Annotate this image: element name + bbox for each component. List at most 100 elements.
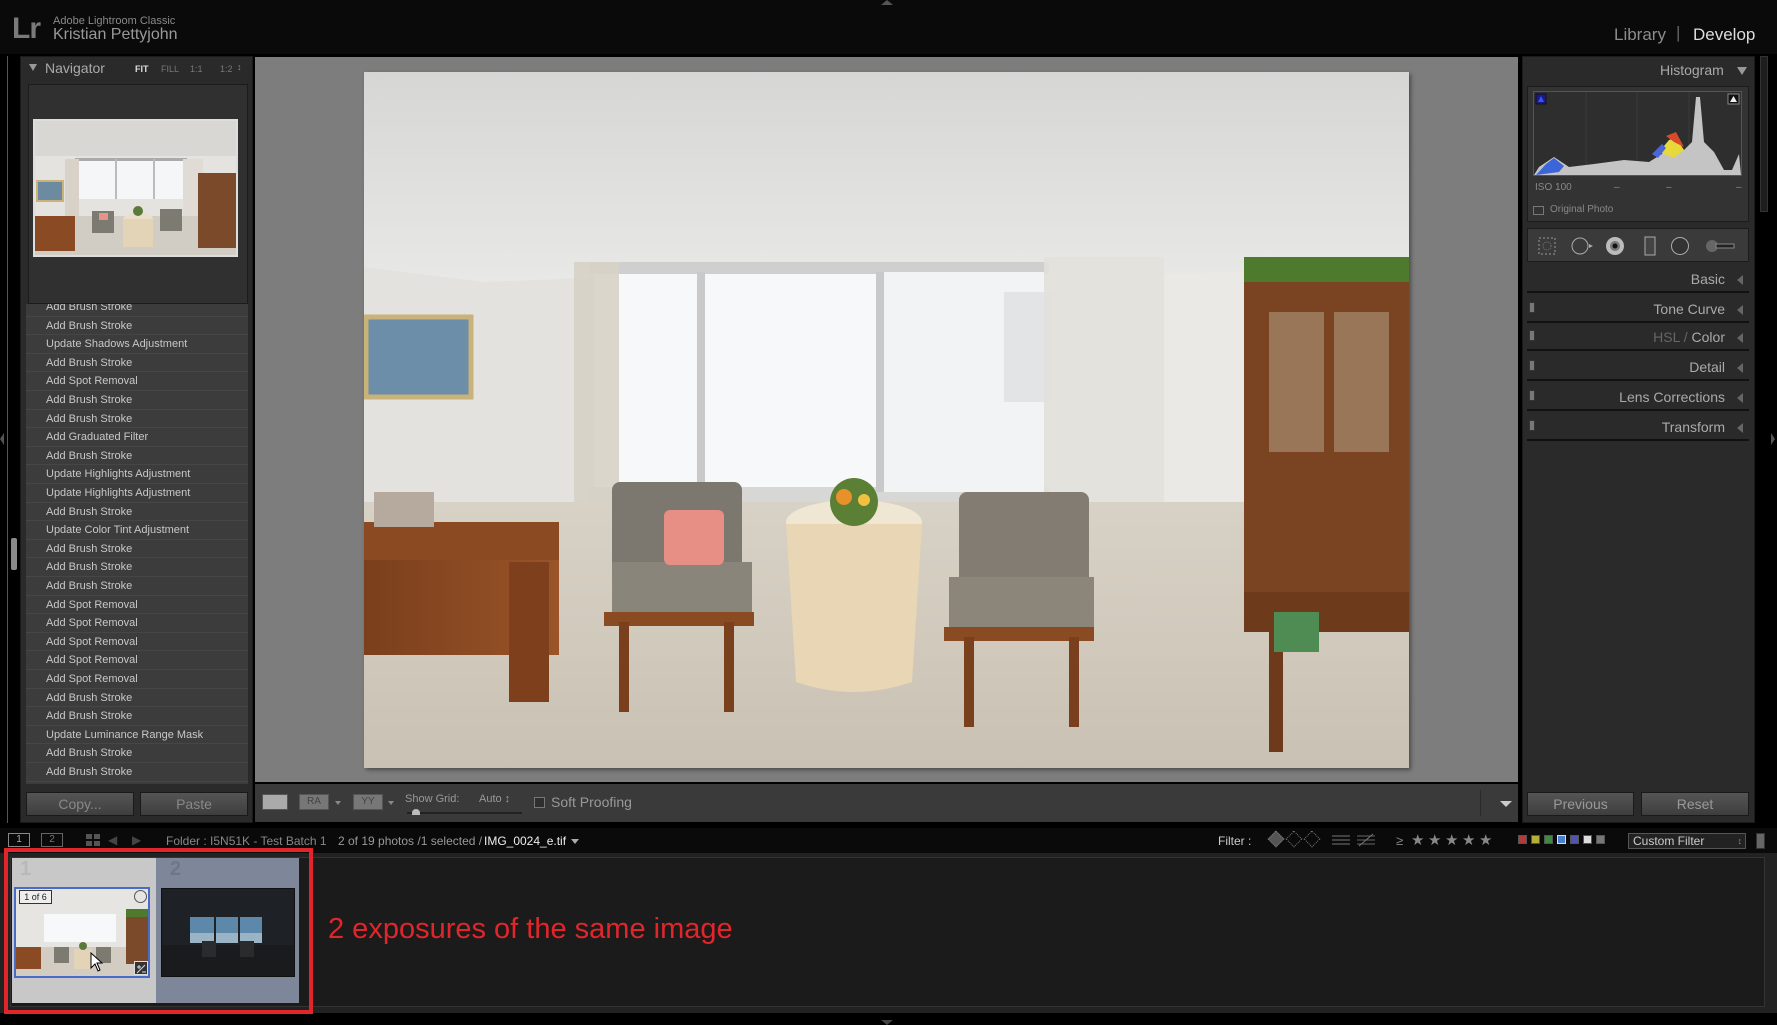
collapse-triangle-icon[interactable] — [1737, 67, 1747, 75]
history-item[interactable]: Add Spot Removal — [26, 633, 248, 652]
panel-basic-label[interactable]: Basic — [1691, 271, 1725, 287]
rating-star-icon[interactable]: ★ — [1479, 831, 1492, 849]
right-panel-scrollbar[interactable] — [1760, 56, 1768, 212]
paste-settings-button[interactable]: Paste — [140, 792, 248, 816]
module-develop[interactable]: Develop — [1693, 25, 1755, 45]
panel-hsl-color-label[interactable]: HSL / Color — [1653, 329, 1725, 345]
history-item[interactable]: Add Spot Removal — [26, 372, 248, 391]
show-grid-select[interactable]: Auto ↕ — [479, 793, 510, 805]
color-label-filter[interactable] — [1570, 835, 1579, 844]
red-eye-icon[interactable] — [1605, 236, 1625, 256]
history-item[interactable]: Add Spot Removal — [26, 614, 248, 633]
panel-detail-label[interactable]: Detail — [1689, 359, 1725, 375]
history-item[interactable]: Add Brush Stroke — [26, 540, 248, 559]
before-after-mode-button[interactable]: YY — [353, 794, 383, 810]
panel-transform[interactable]: Transform — [1527, 413, 1749, 441]
left-panel-scrollbar[interactable] — [11, 538, 17, 570]
panel-lens-corrections-label[interactable]: Lens Corrections — [1619, 389, 1725, 405]
panel-collapse-arrow-icon[interactable] — [1737, 305, 1743, 315]
previous-button[interactable]: Previous — [1527, 792, 1634, 816]
history-item[interactable]: Add Spot Removal — [26, 670, 248, 689]
history-item[interactable]: Add Brush Stroke — [26, 558, 248, 577]
before-after-menu-caret-icon[interactable] — [335, 801, 341, 805]
color-label-filter[interactable] — [1596, 835, 1605, 844]
bottom-panel-toggle[interactable] — [881, 1020, 893, 1025]
history-item[interactable]: Add Brush Stroke — [26, 447, 248, 466]
panel-hsl-color[interactable]: HSL / Color — [1527, 323, 1749, 351]
history-item[interactable]: Update Shadows Adjustment — [26, 335, 248, 354]
original-photo-label[interactable]: Original Photo — [1550, 204, 1613, 215]
color-label-filter[interactable] — [1557, 835, 1566, 844]
right-panel-toggle-icon[interactable] — [1771, 433, 1775, 445]
panel-toggle-switch[interactable] — [1529, 302, 1535, 313]
rating-star-icon[interactable]: ★ — [1428, 831, 1441, 849]
panel-transform-label[interactable]: Transform — [1662, 419, 1725, 435]
history-item[interactable]: Add Brush Stroke — [26, 304, 248, 317]
graduated-filter-icon[interactable] — [1640, 236, 1660, 256]
soft-proofing-checkbox[interactable] — [534, 797, 545, 808]
panel-basic[interactable]: Basic — [1527, 265, 1749, 293]
edited-filter-icon[interactable] — [1332, 833, 1350, 847]
panel-collapse-arrow-icon[interactable] — [1737, 393, 1743, 403]
selected-file-name[interactable]: IMG_0024_e.tif — [484, 834, 566, 848]
color-label-filter[interactable] — [1531, 835, 1540, 844]
history-item[interactable]: Update Highlights Adjustment — [26, 465, 248, 484]
radial-filter-icon[interactable] — [1670, 236, 1690, 256]
rating-star-icon[interactable]: ★ — [1445, 831, 1458, 849]
secondary-display-button[interactable]: 2 — [41, 833, 63, 847]
rating-star-icon[interactable]: ★ — [1462, 831, 1475, 849]
copy-settings-button[interactable]: Copy... — [26, 792, 134, 816]
toolbar-content-menu-icon[interactable] — [1500, 801, 1512, 807]
left-panel-toggle-icon[interactable] — [0, 433, 4, 445]
history-item[interactable]: Add Brush Stroke — [26, 744, 248, 763]
history-item[interactable]: Add Brush Stroke — [26, 689, 248, 708]
histogram-title[interactable]: Histogram — [1660, 62, 1724, 78]
history-item[interactable]: Add Brush Stroke — [26, 763, 248, 782]
panel-color-label[interactable]: Color — [1692, 329, 1725, 345]
unedited-filter-icon[interactable] — [1357, 833, 1375, 847]
forward-arrow-icon[interactable]: ▶ — [132, 833, 141, 847]
history-item[interactable]: Update Highlights Adjustment — [26, 484, 248, 503]
zoom-1-2[interactable]: 1:2 — [220, 64, 233, 74]
panel-toggle-switch[interactable] — [1529, 390, 1535, 401]
rejected-filter-icon[interactable] — [1303, 830, 1321, 848]
primary-display-button[interactable]: 1 — [8, 833, 30, 847]
panel-collapse-arrow-icon[interactable] — [1737, 275, 1743, 285]
module-library[interactable]: Library — [1614, 25, 1666, 45]
custom-filter-select[interactable]: Custom Filter ↕ — [1628, 833, 1746, 849]
navigator-header[interactable]: Navigator FIT FILL 1:1 1:2 ↕ — [21, 57, 254, 79]
adjustment-brush-icon[interactable] — [1704, 236, 1736, 256]
history-item[interactable]: Add Spot Removal — [26, 596, 248, 615]
histogram-graph[interactable] — [1533, 91, 1742, 176]
original-photo-checkbox[interactable] — [1533, 206, 1544, 215]
history-item[interactable]: Update Color Tint Adjustment — [26, 521, 248, 540]
panel-toggle-switch[interactable] — [1529, 330, 1535, 341]
history-item[interactable]: Add Brush Stroke — [26, 707, 248, 726]
history-item[interactable]: Add Brush Stroke — [26, 354, 248, 373]
folder-source-label[interactable]: Folder : I5N51K - Test Batch 1 — [166, 834, 327, 848]
top-panel-toggle[interactable] — [881, 0, 893, 5]
grid-size-slider[interactable] — [407, 812, 522, 814]
file-menu-caret-icon[interactable] — [571, 839, 579, 844]
navigator-thumbnail[interactable] — [33, 119, 238, 257]
history-item[interactable]: Add Brush Stroke — [26, 391, 248, 410]
main-photo[interactable] — [364, 72, 1409, 768]
panel-toggle-switch[interactable] — [1529, 420, 1535, 431]
loupe-view-button[interactable] — [262, 794, 288, 810]
history-item[interactable]: Add Brush Stroke — [26, 317, 248, 336]
history-item[interactable]: Add Brush Stroke — [26, 503, 248, 522]
spot-removal-icon[interactable] — [1570, 236, 1593, 256]
filter-lock-toggle[interactable] — [1756, 833, 1765, 849]
panel-tone-curve-label[interactable]: Tone Curve — [1653, 301, 1725, 317]
before-after-view-button[interactable]: RA — [299, 794, 329, 810]
zoom-fit[interactable]: FIT — [135, 64, 149, 74]
unflagged-filter-icon[interactable] — [1285, 830, 1303, 848]
panel-collapse-arrow-icon[interactable] — [1737, 423, 1743, 433]
history-item[interactable]: Add Spot Removal — [26, 651, 248, 670]
color-label-filter[interactable] — [1544, 835, 1553, 844]
panel-hsl-label[interactable]: HSL / — [1653, 329, 1691, 345]
panel-collapse-arrow-icon[interactable] — [1737, 363, 1743, 373]
zoom-fill[interactable]: FILL — [161, 64, 179, 74]
history-item[interactable]: Add Brush Stroke — [26, 410, 248, 429]
history-item[interactable]: Update Luminance Range Mask — [26, 726, 248, 745]
